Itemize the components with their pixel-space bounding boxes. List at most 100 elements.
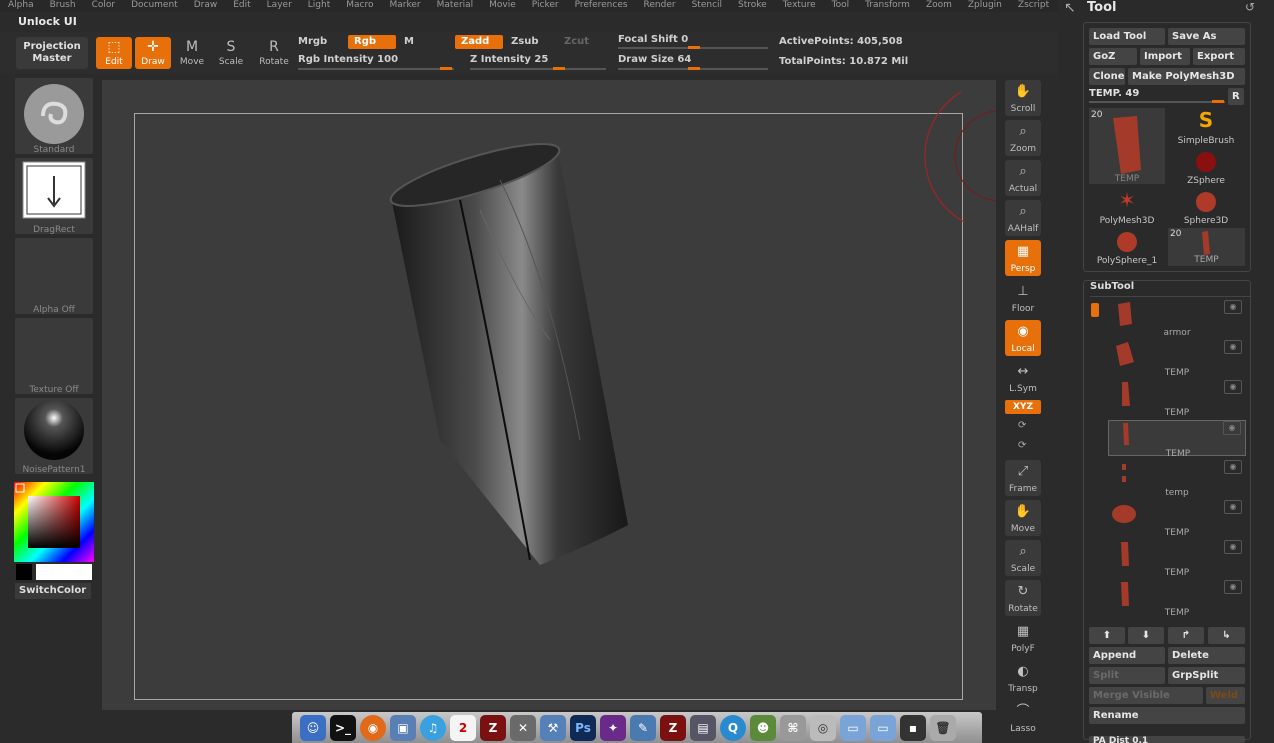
- temp-slider[interactable]: TEMP. 49: [1089, 88, 1139, 99]
- firefox-icon[interactable]: ◉: [360, 714, 386, 741]
- archive-icon[interactable]: ⌘: [780, 714, 806, 741]
- subtool-row[interactable]: ◉ TEMP: [1108, 340, 1246, 378]
- stroke-selector[interactable]: [15, 158, 93, 234]
- menu-item-texture[interactable]: Texture: [775, 0, 824, 12]
- edit-button[interactable]: ⬚ Edit: [96, 37, 132, 69]
- make-polymesh-button[interactable]: Make PolyMesh3D: [1128, 68, 1245, 85]
- menu-item-material[interactable]: Material: [429, 0, 482, 12]
- subtool-row[interactable]: ◉ armor: [1108, 300, 1246, 338]
- tool-thumb-temp-2[interactable]: 20 TEMP: [1168, 228, 1245, 266]
- subtool-row-selected[interactable]: ◉ TEMP: [1108, 420, 1246, 459]
- clone-button[interactable]: Clone: [1089, 68, 1125, 85]
- rgb-intensity-knob[interactable]: [440, 67, 452, 70]
- move-right-button[interactable]: ↱: [1168, 627, 1204, 644]
- rgb-intensity-track[interactable]: [298, 68, 454, 70]
- zcut-button[interactable]: Zcut: [564, 36, 589, 47]
- subtool-row[interactable]: ◉ TEMP: [1108, 380, 1246, 418]
- bracer-mesh[interactable]: [380, 140, 640, 570]
- focal-shift-slider[interactable]: Focal Shift 0: [618, 34, 688, 45]
- tool-pin-icon[interactable]: ↖: [1064, 0, 1076, 16]
- calendar-icon[interactable]: 2: [450, 714, 476, 741]
- transp-button[interactable]: ◐ Transp: [1005, 660, 1041, 696]
- unlock-ui-button[interactable]: Unlock UI: [18, 15, 77, 28]
- photos-icon[interactable]: ▤: [690, 714, 716, 741]
- import-button[interactable]: Import: [1140, 48, 1190, 65]
- trash-icon[interactable]: 🗑: [930, 714, 956, 741]
- main-color-swatch[interactable]: [36, 564, 92, 580]
- menu-item-zscript[interactable]: Zscript: [1010, 0, 1057, 12]
- subtool-row[interactable]: ◉ TEMP: [1108, 580, 1246, 618]
- disk-icon[interactable]: ◎: [810, 714, 836, 741]
- scale-button[interactable]: S Scale: [213, 37, 249, 69]
- rotate-z-icon[interactable]: ⟳: [1018, 420, 1026, 431]
- utility-icon[interactable]: ⚒: [540, 714, 566, 741]
- subtool-scrollbar[interactable]: [1091, 303, 1099, 317]
- pa-dist-slider[interactable]: PA Dist 0.1: [1089, 736, 1245, 743]
- eye-icon[interactable]: ◉: [1224, 500, 1242, 514]
- tool-thumb-polymesh3d[interactable]: ✶ PolyMesh3D: [1089, 188, 1165, 226]
- subtool-row[interactable]: ◉ TEMP: [1108, 540, 1246, 578]
- eye-icon[interactable]: ◉: [1224, 340, 1242, 354]
- switch-color-button[interactable]: SwitchColor: [15, 583, 91, 599]
- menu-item-transform[interactable]: Transform: [857, 0, 918, 12]
- rotate-view-button[interactable]: ↻ Rotate: [1005, 580, 1041, 616]
- save-as-button[interactable]: Save As: [1168, 28, 1245, 45]
- pen-app-icon[interactable]: ✎: [630, 714, 656, 741]
- r-button[interactable]: R: [1228, 88, 1244, 105]
- folder-icon[interactable]: ▭: [840, 714, 866, 741]
- subtool-row[interactable]: ◉ temp: [1108, 460, 1246, 498]
- goz-button[interactable]: GoZ: [1089, 48, 1137, 65]
- menu-item-brush[interactable]: Brush: [42, 0, 84, 12]
- projection-master-button[interactable]: Projection Master: [16, 37, 88, 69]
- menu-item-stroke[interactable]: Stroke: [730, 0, 775, 12]
- append-button[interactable]: Append: [1089, 647, 1165, 664]
- tool-thumb-simplebrush[interactable]: S SimpleBrush: [1168, 108, 1244, 146]
- subtool-title[interactable]: SubTool: [1090, 281, 1134, 292]
- draw-button[interactable]: ✛ Draw: [135, 37, 171, 69]
- rotate-button[interactable]: R Rotate: [256, 37, 292, 69]
- folder-icon[interactable]: ▭: [870, 714, 896, 741]
- local-button[interactable]: ◉ Local: [1005, 320, 1041, 356]
- z-intensity-track[interactable]: [470, 68, 606, 70]
- move-button[interactable]: M Move: [174, 37, 210, 69]
- menu-item-color[interactable]: Color: [84, 0, 124, 12]
- alpha-selector[interactable]: [15, 238, 93, 314]
- menu-item-draw[interactable]: Draw: [186, 0, 226, 12]
- texture-selector[interactable]: [15, 318, 93, 394]
- secondary-color-swatch[interactable]: [16, 564, 32, 580]
- quicktime-icon[interactable]: Q: [720, 714, 746, 741]
- floor-button[interactable]: ⊥ Floor: [1005, 280, 1041, 316]
- brush-selector[interactable]: [15, 78, 93, 154]
- tool-thumb-temp[interactable]: 20 TEMP: [1089, 108, 1165, 184]
- weld-button[interactable]: Weld: [1206, 687, 1245, 704]
- menu-item-alpha[interactable]: Alpha: [0, 0, 42, 12]
- z-intensity-slider[interactable]: Z Intensity 25: [470, 54, 548, 65]
- scale-view-button[interactable]: ⌕ Scale: [1005, 540, 1041, 576]
- temp-slider-knob[interactable]: [1212, 100, 1224, 103]
- menu-item-stencil[interactable]: Stencil: [684, 0, 730, 12]
- eye-icon[interactable]: ◉: [1224, 580, 1242, 594]
- menu-item-zoom[interactable]: Zoom: [918, 0, 960, 12]
- menu-item-preferences[interactable]: Preferences: [567, 0, 636, 12]
- menu-item-render[interactable]: Render: [636, 0, 684, 12]
- automator-icon[interactable]: ☻: [750, 714, 776, 741]
- focal-shift-knob[interactable]: [688, 46, 700, 49]
- move-view-button[interactable]: ✋ Move: [1005, 500, 1041, 536]
- eye-icon[interactable]: ◉: [1224, 380, 1242, 394]
- move-down-right-button[interactable]: ↳: [1208, 627, 1245, 644]
- zoom-button[interactable]: ⌕ Zoom: [1005, 120, 1041, 156]
- menu-item-marker[interactable]: Marker: [381, 0, 428, 12]
- menu-item-layer[interactable]: Layer: [259, 0, 300, 12]
- zadd-button[interactable]: Zadd: [455, 35, 503, 49]
- menu-item-tool[interactable]: Tool: [824, 0, 857, 12]
- material-selector[interactable]: [15, 398, 93, 474]
- export-button[interactable]: Export: [1193, 48, 1245, 65]
- actual-button[interactable]: ⌕ Actual: [1005, 160, 1041, 196]
- arrow-down-button[interactable]: ⬇: [1128, 627, 1164, 644]
- m-button[interactable]: M: [404, 36, 414, 47]
- menu-item-light[interactable]: Light: [300, 0, 338, 12]
- refresh-icon[interactable]: ↺: [1245, 0, 1255, 14]
- aahalf-button[interactable]: ⌕ AAHalf: [1005, 200, 1041, 236]
- photoshop-icon[interactable]: Ps: [570, 714, 596, 741]
- menu-item-macro[interactable]: Macro: [338, 0, 381, 12]
